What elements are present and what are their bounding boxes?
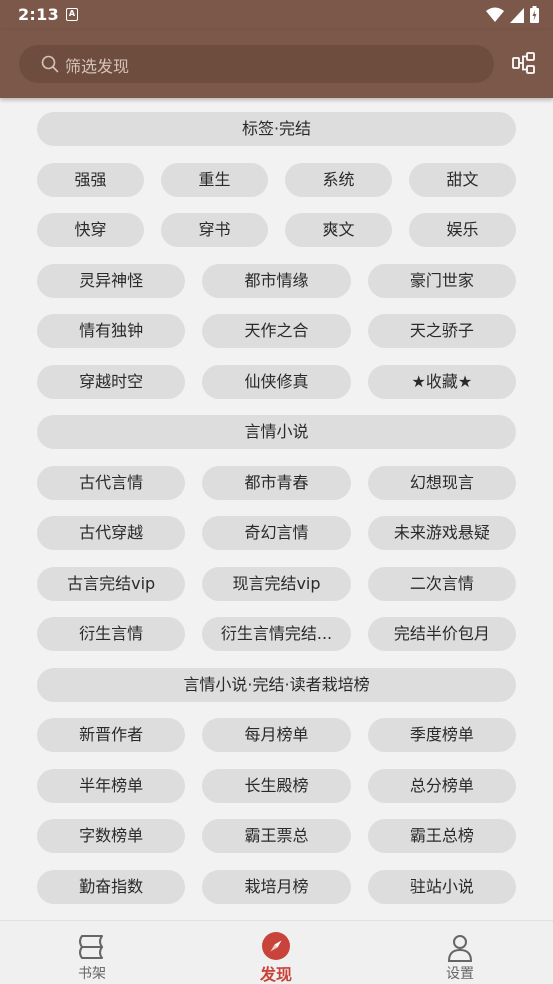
tag-button[interactable]: 都市青春 [202, 465, 351, 500]
tag-button[interactable]: 豪门世家 [367, 263, 516, 298]
tag-button[interactable]: ★收藏★ [367, 364, 516, 399]
nav-bookshelf[interactable]: 书架 [0, 921, 184, 984]
tag-button[interactable]: 古代言情 [37, 465, 186, 500]
tag-button[interactable]: 霸王总榜 [367, 819, 516, 853]
tag-button[interactable]: 灵异神怪 [37, 263, 186, 298]
nav-label-settings: 设置 [446, 966, 474, 982]
tag-button[interactable]: 衍生言情完结... [202, 617, 351, 651]
tag-button[interactable]: 古代穿越 [37, 516, 186, 550]
tag-button[interactable]: 季度榜单 [367, 718, 516, 752]
tag-button[interactable]: 新晋作者 [37, 718, 186, 752]
search-icon [41, 55, 59, 73]
signal-icon [510, 7, 524, 23]
tag-button[interactable]: 重生 [161, 162, 268, 197]
tag-button[interactable]: 爽文 [285, 213, 392, 247]
tag-button[interactable]: 仙侠修真 [202, 364, 351, 399]
status-time: 2:13 [18, 5, 59, 24]
section-header[interactable]: 言情小说·完结·读者栽培榜 [37, 667, 516, 702]
battery-icon [530, 6, 539, 23]
tag-button[interactable]: 甜文 [409, 162, 516, 197]
tag-button[interactable]: 天之骄子 [367, 314, 516, 348]
bookshelf-icon [79, 935, 104, 959]
tag-button[interactable]: 奇幻言情 [202, 516, 351, 550]
tag-button[interactable]: 天作之合 [202, 314, 351, 348]
tag-button[interactable]: 古言完结vip [37, 566, 186, 601]
tag-button[interactable]: 娱乐 [409, 213, 516, 247]
tag-button[interactable]: 强强 [37, 162, 144, 197]
tag-button[interactable]: 现言完结vip [202, 566, 351, 601]
nav-label-discover: 发现 [259, 965, 292, 984]
tag-button[interactable]: 栽培月榜 [202, 869, 351, 904]
tag-button[interactable]: 未来游戏悬疑 [367, 516, 516, 550]
tag-button[interactable]: 快穿 [37, 213, 144, 247]
compass-icon [262, 932, 290, 960]
tag-button[interactable]: 完结半价包月 [367, 617, 516, 651]
tree-structure-icon[interactable] [512, 52, 536, 76]
tag-button[interactable]: 半年榜单 [37, 768, 186, 803]
tag-button[interactable]: 每月榜单 [202, 718, 351, 752]
tag-button[interactable]: 二次言情 [367, 566, 516, 601]
wifi-icon [486, 7, 504, 22]
tag-button[interactable]: 衍生言情 [37, 617, 186, 651]
status-icons [486, 6, 539, 23]
tag-button[interactable]: 总分榜单 [367, 768, 516, 803]
nav-discover[interactable]: 发现 [184, 921, 368, 984]
section-header[interactable]: 标签·完结 [37, 112, 516, 146]
tag-button[interactable]: 幻想现言 [367, 465, 516, 500]
tag-button[interactable]: 字数榜单 [37, 819, 186, 853]
keyboard-notification-icon: A [66, 8, 78, 21]
app-bar: 筛选发现 [0, 30, 553, 98]
nav-settings[interactable]: 设置 [368, 921, 552, 984]
tag-button[interactable]: 霸王票总 [202, 819, 351, 853]
status-bar: 2:13 A [0, 0, 553, 30]
nav-label-bookshelf: 书架 [78, 966, 106, 982]
tag-button[interactable]: 穿越时空 [37, 364, 186, 399]
tag-button[interactable]: 都市情缘 [202, 263, 351, 298]
tag-button[interactable]: 驻站小说 [367, 869, 516, 904]
tag-button[interactable]: 穿书 [161, 213, 268, 247]
tag-button[interactable]: 系统 [285, 162, 392, 197]
search-input[interactable]: 筛选发现 [65, 53, 129, 77]
tag-button[interactable]: 情有独钟 [37, 314, 186, 348]
discover-list[interactable]: 标签·完结强强 重生 系统 甜文快穿 穿书 爽文 娱乐灵异神怪 都市情缘 豪门世家情有独钟 天作之… [0, 98, 553, 920]
tag-button[interactable]: 长生殿榜 [202, 768, 351, 803]
section-header[interactable]: 言情小说 [37, 415, 516, 449]
tag-button[interactable]: 勤奋指数 [37, 869, 186, 904]
person-icon [447, 935, 473, 962]
bottom-navigation: 书架 发现 设置 [0, 920, 553, 984]
search-field[interactable]: 筛选发现 [19, 45, 494, 83]
